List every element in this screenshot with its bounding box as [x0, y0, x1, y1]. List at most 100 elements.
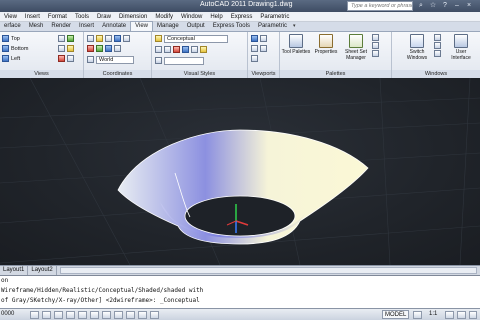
transparency-toggle-icon[interactable]	[150, 311, 159, 319]
menu-draw[interactable]: Draw	[93, 12, 115, 22]
walk-icon[interactable]	[67, 45, 74, 52]
tab-annotate[interactable]: Annotate	[98, 22, 130, 31]
lock-icon[interactable]	[457, 311, 466, 319]
tab-express-tools[interactable]: Express Tools	[209, 22, 254, 31]
color-icon[interactable]	[173, 46, 180, 53]
help-icon[interactable]: ?	[440, 1, 450, 11]
polar-toggle-icon[interactable]	[66, 311, 75, 319]
named-views-icon[interactable]	[58, 35, 65, 42]
ucs-x-icon[interactable]	[87, 45, 94, 52]
ucs-origin-icon[interactable]	[96, 35, 103, 42]
grid-toggle-icon[interactable]	[42, 311, 51, 319]
drawing-viewport[interactable]	[0, 78, 480, 265]
tab-output[interactable]: Output	[183, 22, 209, 31]
material-icon[interactable]	[155, 57, 162, 64]
zoom-icon[interactable]	[67, 55, 74, 62]
otrack-toggle-icon[interactable]	[102, 311, 111, 319]
3d-osnap-toggle-icon[interactable]	[90, 311, 99, 319]
visual-style-select[interactable]: Conceptual	[164, 34, 228, 43]
menu-tools[interactable]: Tools	[71, 12, 93, 22]
ucs-y-icon[interactable]	[96, 45, 103, 52]
layout-tab-2[interactable]: Layout2	[28, 266, 57, 275]
cascade-icon[interactable]	[434, 50, 441, 57]
viewport-restore-icon[interactable]	[251, 55, 258, 62]
ucs-view-icon[interactable]	[114, 35, 121, 42]
view-manager-icon[interactable]	[58, 45, 65, 52]
menu-help[interactable]: Help	[206, 12, 226, 22]
viewport-join-icon[interactable]	[251, 45, 258, 52]
light-icon[interactable]	[200, 46, 207, 53]
face-style-icon[interactable]	[182, 46, 189, 53]
orbit-icon[interactable]	[58, 55, 65, 62]
close-icon[interactable]: ×	[464, 1, 474, 11]
switch-windows-button[interactable]: Switch Windows	[402, 34, 432, 68]
view-left-row[interactable]: Left	[2, 54, 20, 63]
horizontal-scrollbar[interactable]	[59, 267, 477, 274]
ribbon-minimize-icon[interactable]: ▾	[293, 22, 296, 31]
menu-modify[interactable]: Modify	[151, 12, 177, 22]
view-bottom-row[interactable]: Bottom	[2, 44, 28, 53]
viewport-named-icon[interactable]	[260, 35, 267, 42]
tile-horizontal-icon[interactable]	[434, 34, 441, 41]
funnel-3d-model[interactable]	[117, 129, 369, 245]
tab-view[interactable]: View	[130, 21, 153, 31]
ucs-object-icon[interactable]	[123, 35, 130, 42]
workspace-icon[interactable]	[445, 311, 454, 319]
model-space-button[interactable]: MODEL	[382, 310, 410, 319]
markup-icon[interactable]	[372, 42, 379, 49]
properties-button[interactable]: Properties	[311, 34, 341, 68]
tab-parametric[interactable]: Parametric	[254, 22, 291, 31]
lineweight-toggle-icon[interactable]	[138, 311, 147, 319]
visual-tools-slider[interactable]	[164, 56, 204, 65]
tab-insert[interactable]: Insert	[75, 22, 98, 31]
menu-parametric[interactable]: Parametric	[256, 12, 293, 22]
tab-mesh[interactable]: Mesh	[25, 22, 48, 31]
edge-icon[interactable]	[155, 46, 162, 53]
viewport-clip-icon[interactable]	[260, 45, 267, 52]
view-top-row[interactable]: Top	[2, 34, 20, 43]
help-search-input[interactable]	[347, 1, 413, 11]
minimize-icon[interactable]: –	[452, 1, 462, 11]
osnap-toggle-icon[interactable]	[78, 311, 87, 319]
layout-tab-1[interactable]: Layout1	[0, 266, 29, 275]
ucs-select[interactable]: World	[96, 55, 134, 64]
calculator-icon[interactable]	[372, 50, 379, 57]
camera-icon[interactable]	[67, 35, 74, 42]
ucs-face-icon[interactable]	[114, 45, 121, 52]
coordinates-panel-title[interactable]: Coordinates	[84, 70, 151, 78]
annotation-scale[interactable]: 1:1	[429, 311, 437, 317]
tab-manage[interactable]: Manage	[153, 22, 183, 31]
views-panel-title[interactable]: Views	[0, 70, 83, 78]
menu-insert[interactable]: Insert	[21, 12, 44, 22]
ucs-icon[interactable]	[87, 35, 94, 42]
snap-toggle-icon[interactable]	[30, 311, 39, 319]
user-interface-button[interactable]: User Interface	[446, 34, 476, 68]
menu-view[interactable]: View	[0, 12, 21, 22]
star-icon[interactable]: ☆	[428, 1, 438, 11]
binoculars-icon[interactable]: ⌕	[416, 1, 426, 11]
ortho-toggle-icon[interactable]	[54, 311, 63, 319]
palettes-panel-title[interactable]: Palettes	[280, 70, 391, 78]
xray-icon[interactable]	[191, 46, 198, 53]
tool-palettes-button[interactable]: Tool Palettes	[281, 34, 311, 68]
ucs-z-icon[interactable]	[105, 35, 112, 42]
sheet-set-manager-button[interactable]: Sheet Set Manager	[341, 34, 371, 68]
shadow-icon[interactable]	[164, 46, 171, 53]
ducs-toggle-icon[interactable]	[114, 311, 123, 319]
windows-panel-title[interactable]: Windows	[392, 70, 480, 78]
menu-window[interactable]: Window	[177, 12, 206, 22]
dyn-toggle-icon[interactable]	[126, 311, 135, 319]
menu-dimension[interactable]: Dimension	[115, 12, 151, 22]
ucs-3point-icon[interactable]	[105, 45, 112, 52]
tab-interface[interactable]: erface	[0, 22, 25, 31]
tab-render[interactable]: Render	[47, 22, 75, 31]
viewport-config-icon[interactable]	[251, 35, 258, 42]
menu-format[interactable]: Format	[44, 12, 71, 22]
viewports-panel-title[interactable]: Viewports	[248, 70, 279, 78]
visual-styles-panel-title[interactable]: Visual Styles	[152, 70, 247, 78]
quick-view-icon[interactable]	[413, 311, 422, 319]
design-center-icon[interactable]	[372, 34, 379, 41]
clean-screen-icon[interactable]	[469, 311, 477, 319]
tile-vertical-icon[interactable]	[434, 42, 441, 49]
menu-express[interactable]: Express	[227, 12, 257, 22]
